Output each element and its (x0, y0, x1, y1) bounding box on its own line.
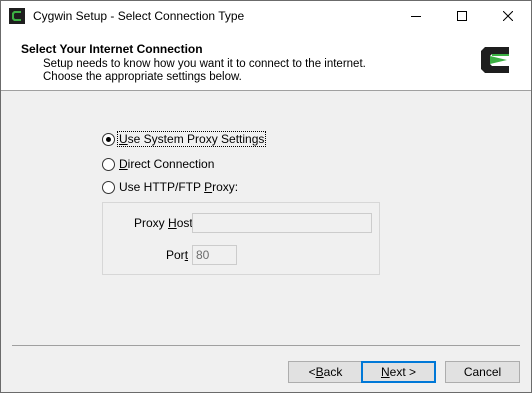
http-ftp-proxy-label[interactable]: Use HTTP/FTP Proxy: (118, 180, 239, 194)
setup-window: Cygwin Setup - Select Connection Type Se… (0, 0, 532, 393)
close-icon (503, 11, 513, 21)
back-button[interactable]: < Back (288, 361, 363, 383)
next-button[interactable]: Next > (361, 361, 436, 383)
window-title: Cygwin Setup - Select Connection Type (33, 9, 245, 23)
radio-button-selected[interactable] (102, 132, 115, 146)
header-description: Setup needs to know how you want it to c… (43, 58, 366, 83)
close-button[interactable] (485, 1, 531, 31)
wizard-header: Select Your Internet Connection Setup ne… (1, 31, 531, 91)
radio-button[interactable] (102, 180, 115, 194)
radio-button[interactable] (102, 157, 115, 171)
maximize-button[interactable] (439, 1, 485, 31)
radio-direct-connection[interactable]: Direct Connection (102, 156, 215, 172)
cygwin-logo-icon (479, 43, 513, 77)
radio-http-ftp-proxy[interactable]: Use HTTP/FTP Proxy: (102, 179, 239, 195)
title-bar[interactable]: Cygwin Setup - Select Connection Type (1, 1, 531, 31)
maximize-icon (457, 11, 467, 21)
proxy-host-label: Proxy Host (134, 216, 193, 230)
proxy-host-input[interactable] (192, 213, 372, 233)
radio-system-proxy[interactable]: Use System Proxy Settings (102, 131, 267, 147)
cygwin-app-icon (9, 8, 25, 24)
port-label: Port (166, 248, 189, 262)
port-input[interactable]: 80 (192, 245, 237, 265)
footer-divider (12, 345, 520, 346)
direct-connection-label[interactable]: Direct Connection (118, 157, 215, 171)
system-proxy-label[interactable]: Use System Proxy Settings (116, 131, 267, 147)
cancel-button[interactable]: Cancel (445, 361, 520, 383)
minimize-button[interactable] (393, 1, 439, 31)
minimize-icon (411, 16, 421, 17)
header-title: Select Your Internet Connection (21, 42, 203, 56)
